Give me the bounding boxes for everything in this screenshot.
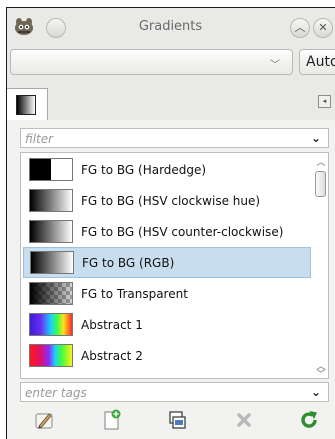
gradient-toolbar	[20, 406, 329, 436]
list-item[interactable]: FG to BG (HSV counter-clockwise)	[23, 217, 311, 248]
list-item[interactable]: FG to BG (Hardedge)	[23, 155, 311, 186]
filter-input[interactable]	[25, 131, 295, 146]
scroll-down-icon[interactable]: ﹀	[315, 367, 327, 378]
scroll-up-icon[interactable]: ︿	[315, 155, 327, 168]
gradient-name: FG to Transparent	[81, 287, 188, 301]
list-item[interactable]: Abstract 2	[23, 341, 311, 372]
delete-icon[interactable]	[232, 408, 256, 432]
gradient-name: Abstract 2	[81, 349, 143, 363]
chevron-down-icon[interactable]: ⌄	[311, 131, 321, 145]
tab-gradients[interactable]	[6, 88, 48, 120]
gradient-swatch	[29, 313, 73, 336]
filter-field[interactable]: ⌄	[20, 128, 329, 148]
gradient-swatch	[29, 344, 73, 367]
close-icon: ✕	[318, 21, 328, 34]
gradient-name: FG to BG (RGB)	[82, 256, 175, 270]
list-item[interactable]: FG to BG (HSV clockwise hue)	[23, 186, 311, 217]
chevron-up-icon: ︿	[294, 21, 306, 34]
new-document-icon[interactable]	[99, 408, 123, 432]
gradient-name: FG to BG (HSV counter-clockwise)	[81, 225, 284, 239]
list-item[interactable]: Abstract 1	[23, 310, 311, 341]
window-frame: Gradients ︿ ✕ ﹀ Auto ◂ ⌄ F	[0, 0, 335, 439]
gradient-list[interactable]: FG to BG (Hardedge) FG to BG (HSV clockw…	[20, 152, 329, 379]
gradients-dock: Gradients ︿ ✕ ﹀ Auto ◂ ⌄ F	[6, 7, 335, 439]
list-scrollbar[interactable]: ︿ ︿ ﹀	[314, 153, 328, 378]
duplicate-icon[interactable]	[165, 408, 189, 432]
tags-field[interactable]: ⌄	[20, 382, 329, 402]
list-item-selected[interactable]: FG to BG (RGB)	[23, 247, 311, 278]
gradient-name: FG to BG (HSV clockwise hue)	[81, 194, 261, 208]
gradient-swatch	[29, 220, 73, 243]
image-combo[interactable]: ﹀	[10, 49, 293, 75]
gradient-swatch	[30, 251, 74, 274]
chevron-down-icon: ﹀	[270, 60, 280, 71]
gradient-tab-icon	[16, 95, 36, 115]
edit-pencil-icon[interactable]	[32, 408, 56, 432]
tags-input[interactable]	[25, 385, 295, 400]
gradient-swatch	[29, 282, 73, 305]
scroll-thumb[interactable]	[315, 171, 326, 197]
window-title: Gradients	[138, 19, 203, 34]
refresh-icon[interactable]	[297, 408, 321, 432]
dock-content: ⌄ FG to BG (Hardedge) FG to BG (HSV cloc…	[6, 120, 335, 439]
gradient-name: Abstract 1	[81, 318, 143, 332]
gradient-name: FG to BG (Hardedge)	[81, 163, 207, 177]
title-bar: Gradients ︿ ✕	[6, 8, 335, 46]
close-button[interactable]: ✕	[313, 18, 333, 38]
list-item[interactable]: FG to Transparent	[23, 279, 311, 310]
gradient-swatch	[29, 158, 73, 181]
tab-menu-button[interactable]: ◂	[318, 95, 331, 108]
gradient-swatch	[29, 189, 73, 212]
auto-button[interactable]: Auto	[299, 49, 335, 75]
shade-button[interactable]: ︿	[290, 18, 310, 38]
chevron-down-icon[interactable]: ⌄	[311, 385, 321, 399]
